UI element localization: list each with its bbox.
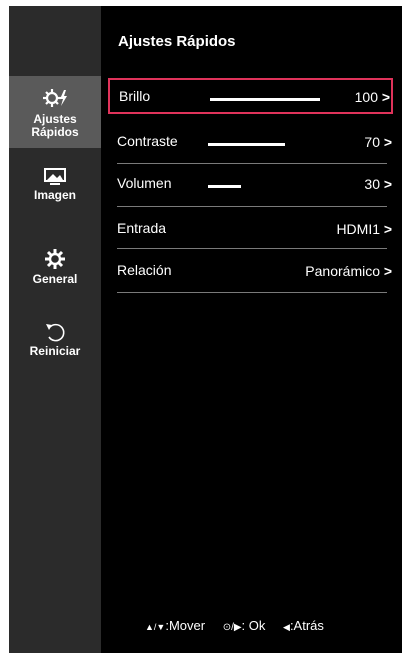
menu-row-brightness[interactable]: Brillo 100 > (108, 78, 393, 114)
slider-fill (210, 98, 320, 101)
divider (117, 292, 387, 293)
sidebar-item-reset[interactable]: Reiniciar (9, 322, 101, 366)
osd-menu: Ajustes Rápidos Imagen General Reiniciar… (9, 6, 402, 653)
quick-settings-icon (43, 89, 67, 107)
key-guide: ▲/▼:Mover ⊙/▶: Ok ◀:Atrás (145, 618, 338, 633)
page-title: Ajustes Rápidos (118, 33, 236, 50)
slider-fill (208, 185, 241, 188)
divider (117, 163, 387, 164)
back-hint: ◀:Atrás (283, 618, 324, 633)
ok-label: : Ok (241, 618, 266, 633)
picture-icon (44, 168, 66, 185)
sidebar-item-general[interactable]: General (9, 248, 101, 292)
sidebar-item-quick-settings[interactable]: Ajustes Rápidos (9, 76, 101, 148)
sidebar-item-label: General (32, 272, 78, 286)
menu-row-input[interactable]: Entrada HDMI1 > (108, 212, 393, 248)
menu-row-value: 70 (364, 134, 380, 150)
divider (117, 248, 387, 249)
menu-row-label: Volumen (117, 175, 172, 191)
chevron-right-icon: > (383, 263, 392, 279)
sidebar-label-line2: Rápidos (31, 125, 79, 139)
chevron-right-icon: > (381, 89, 390, 105)
menu-row-label: Entrada (117, 220, 167, 236)
contrast-slider[interactable] (208, 143, 318, 146)
brightness-slider[interactable] (210, 98, 320, 101)
ok-keys-icon: ⊙/▶ (222, 622, 242, 633)
chevron-right-icon: > (383, 134, 392, 150)
move-keys-icon: ▲/▼ (145, 622, 166, 632)
menu-row-label: Contraste (117, 133, 178, 149)
reset-icon (46, 323, 65, 342)
move-hint: ▲/▼:Mover (145, 618, 205, 633)
menu-row-contrast[interactable]: Contraste 70 > (108, 125, 393, 161)
menu-row-value: 30 (364, 176, 380, 192)
menu-row-value: Panorámico (305, 263, 380, 279)
chevron-right-icon: > (383, 176, 392, 192)
move-label: :Mover (165, 618, 206, 633)
volume-slider[interactable] (208, 185, 318, 188)
sidebar-item-label: Reiniciar (29, 344, 81, 358)
menu-row-value: HDMI1 (336, 221, 380, 237)
menu-row-volume[interactable]: Volumen 30 > (108, 167, 393, 203)
menu-row-label: Relación (117, 262, 172, 278)
divider (117, 206, 387, 207)
ok-hint: ⊙/▶: Ok (223, 618, 266, 633)
gear-icon (45, 249, 65, 269)
menu-row-aspect-ratio[interactable]: Relación Panorámico > (108, 254, 393, 290)
menu-row-label: Brillo (119, 88, 151, 104)
back-keys-icon: ◀ (283, 622, 290, 632)
sidebar-item-label: Imagen (33, 188, 76, 202)
menu-row-value: 100 (354, 89, 378, 105)
back-label: :Atrás (289, 618, 324, 633)
sidebar-item-picture[interactable]: Imagen (9, 168, 101, 212)
slider-fill (208, 143, 285, 146)
chevron-right-icon: > (383, 221, 392, 237)
sidebar: Ajustes Rápidos Imagen General Reiniciar (9, 6, 101, 653)
